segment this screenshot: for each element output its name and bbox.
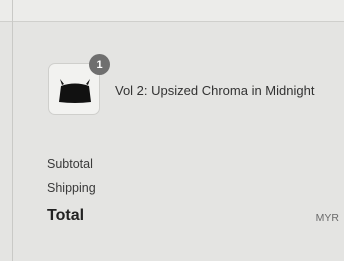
total-label: Total	[47, 207, 85, 224]
divider	[0, 21, 344, 22]
product-thumbnail: 1	[48, 54, 110, 115]
shipping-label: Shipping	[47, 181, 96, 195]
bag-icon	[59, 79, 91, 103]
line-item: 1 Vol 2: Upsized Chroma in Midnight	[48, 54, 315, 115]
quantity-badge: 1	[89, 54, 110, 75]
order-summary-panel: 1 Vol 2: Upsized Chroma in Midnight Subt…	[0, 0, 344, 261]
product-name: Vol 2: Upsized Chroma in Midnight	[115, 82, 315, 98]
header-strip	[0, 0, 344, 22]
currency-code: MYR	[315, 212, 339, 224]
column-divider	[12, 0, 13, 261]
subtotal-label: Subtotal	[47, 157, 93, 171]
